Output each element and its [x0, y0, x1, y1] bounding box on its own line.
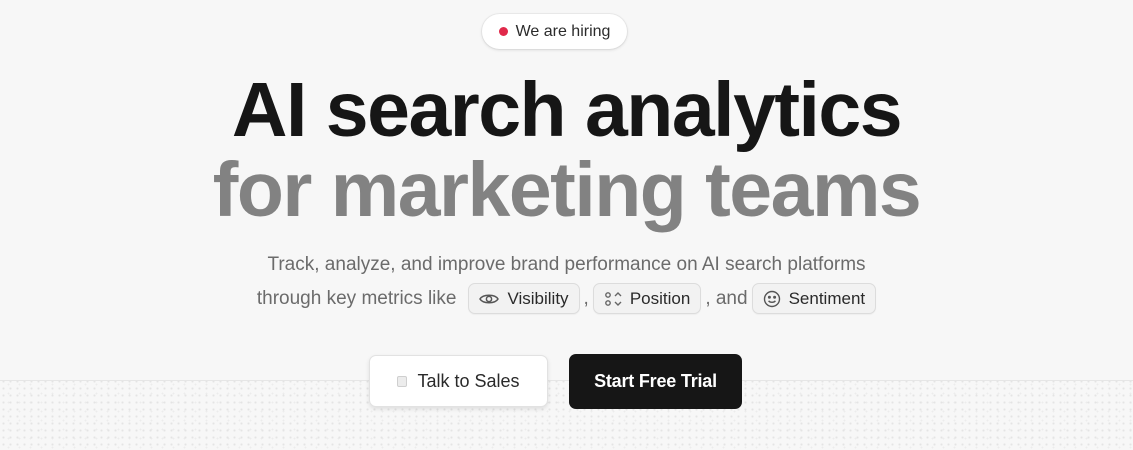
subtitle-line-2: through key metrics like Visibility , Po… [0, 283, 1133, 314]
smiley-icon [763, 290, 781, 308]
metric-chip-label: Sentiment [788, 288, 866, 308]
separator-and: , and [705, 287, 748, 309]
hiring-badge[interactable]: We are hiring [482, 14, 627, 49]
metric-chip-label: Visibility [507, 288, 569, 308]
position-icon [604, 291, 622, 307]
start-free-trial-label: Start Free Trial [594, 371, 717, 391]
eye-icon [479, 292, 500, 306]
status-dot-icon [498, 27, 508, 36]
talk-to-sales-button[interactable]: Talk to Sales [369, 355, 548, 407]
separator-comma: , [583, 287, 589, 309]
metric-chip-visibility: Visibility [468, 283, 580, 314]
start-free-trial-button[interactable]: Start Free Trial [569, 354, 742, 409]
landing-hero: We are hiring AI search analytics for ma… [0, 0, 1133, 450]
headline-line-1: AI search analytics [231, 67, 903, 153]
metric-chip-label: Position [629, 288, 691, 308]
metric-chip-sentiment: Sentiment [751, 283, 877, 314]
headline-line-2: for marketing teams [212, 147, 922, 233]
dotted-background-band [0, 380, 1133, 450]
subtitle-line-1: Track, analyze, and improve brand perfor… [267, 254, 866, 275]
metric-chip-position: Position [592, 283, 702, 314]
subtitle-lead: through key metrics like [256, 287, 457, 309]
hiring-badge-label: We are hiring [515, 22, 611, 40]
sales-icon [397, 375, 408, 387]
talk-to-sales-label: Talk to Sales [417, 370, 520, 391]
hero-headline: AI search analytics for marketing teams [0, 70, 1133, 230]
